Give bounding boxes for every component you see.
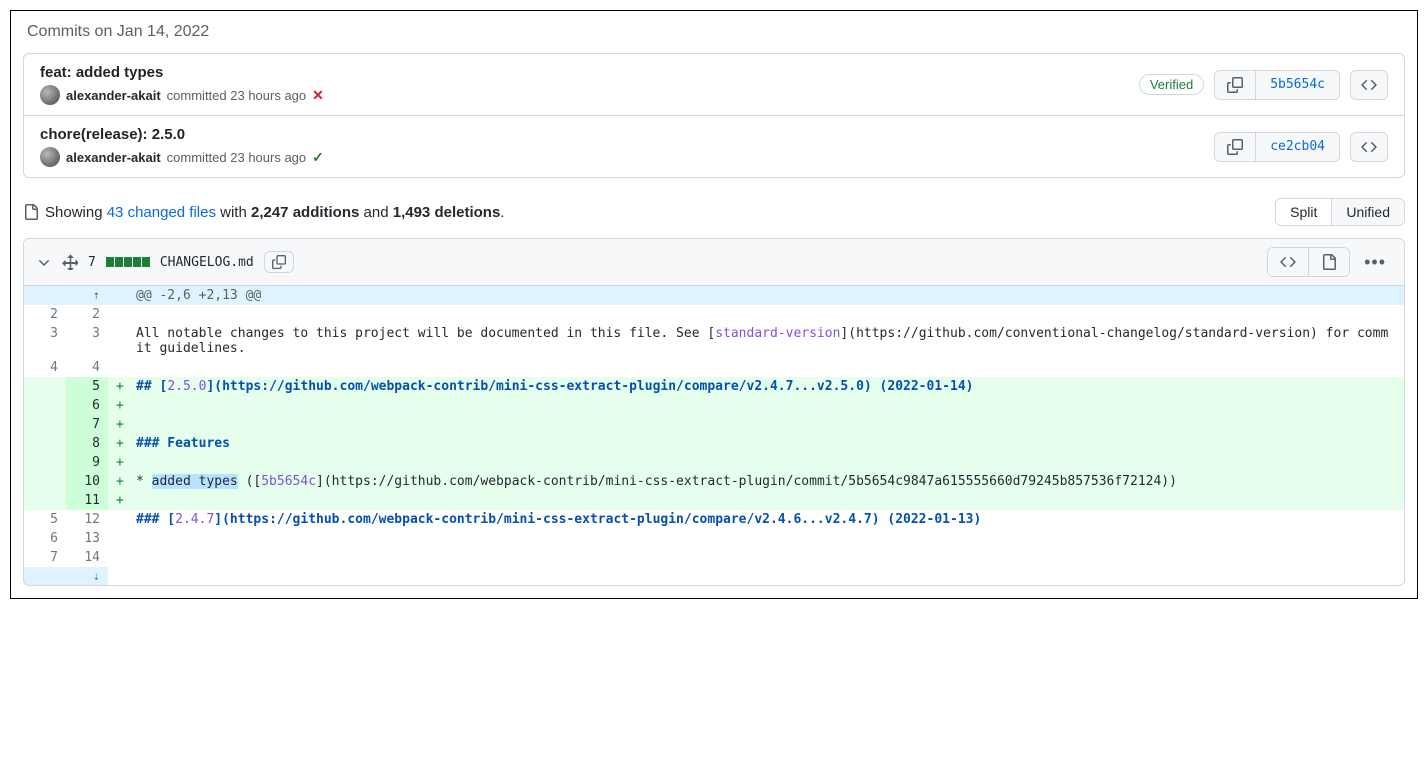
diffstat-squares	[106, 257, 150, 267]
unified-view-button[interactable]: Unified	[1332, 199, 1404, 225]
copy-path-button[interactable]	[264, 251, 294, 273]
diff-file-header: 7 CHANGELOG.md •••	[24, 239, 1404, 286]
diff-view-toggle: Split Unified	[1275, 198, 1405, 226]
diff-line-added: 8+### Features	[24, 434, 1404, 453]
diff-line-added: 10+* added types ([5b5654c](https://gith…	[24, 472, 1404, 491]
page-container: Commits on Jan 14, 2022 feat: added type…	[10, 10, 1418, 599]
commit-meta: alexander-akait committed 23 hours ago ✕	[40, 85, 1139, 105]
commit-sha-link[interactable]: ce2cb04	[1256, 133, 1339, 161]
copy-sha-button[interactable]	[1215, 71, 1256, 99]
diff-line: 44	[24, 358, 1404, 377]
sha-group: ce2cb04	[1214, 132, 1340, 162]
commit-title[interactable]: feat: added types	[40, 64, 1139, 81]
expand-up-icon[interactable]: ⇡	[24, 286, 108, 305]
file-view-toggle	[1267, 247, 1350, 277]
commit-author[interactable]: alexander-akait	[66, 88, 161, 103]
expand-down-row[interactable]: ⇣	[24, 567, 1404, 585]
hunk-text: @@ -2,6 +2,13 @@	[128, 286, 1404, 305]
status-success-icon[interactable]: ✓	[312, 149, 324, 166]
collapse-chevron-icon[interactable]	[36, 254, 52, 270]
diff-line: 22	[24, 305, 1404, 324]
sha-group: 5b5654c	[1214, 70, 1340, 100]
diff-summary-row: Showing 43 changed files with 2,247 addi…	[23, 198, 1405, 226]
diffstat-count: 7	[88, 255, 96, 270]
commit-author[interactable]: alexander-akait	[66, 150, 161, 165]
diff-line-added: 11+	[24, 491, 1404, 510]
diff-line-added: 7+	[24, 415, 1404, 434]
file-diff-icon	[23, 204, 39, 220]
diff-line-added: 6+	[24, 396, 1404, 415]
commits-date-header: Commits on Jan 14, 2022	[23, 23, 1405, 41]
hunk-header-row: ⇡ @@ -2,6 +2,13 @@	[24, 286, 1404, 305]
status-fail-icon[interactable]: ✕	[312, 87, 324, 104]
diff-line: 613	[24, 529, 1404, 548]
browse-code-button[interactable]	[1350, 132, 1388, 162]
diff-line-added: 9+	[24, 453, 1404, 472]
expand-all-icon[interactable]	[62, 254, 78, 270]
commit-title[interactable]: chore(release): 2.5.0	[40, 126, 1214, 143]
avatar[interactable]	[40, 85, 60, 105]
commit-row: chore(release): 2.5.0 alexander-akait co…	[24, 116, 1404, 177]
diff-line: 512### [2.4.7](https://github.com/webpac…	[24, 510, 1404, 529]
commit-time: committed 23 hours ago	[167, 88, 306, 103]
changed-files-link[interactable]: 43 changed files	[107, 204, 216, 221]
commits-list: feat: added types alexander-akait commit…	[23, 53, 1405, 178]
file-menu-button[interactable]: •••	[1358, 252, 1392, 273]
split-view-button[interactable]: Split	[1276, 199, 1332, 225]
diff-line: 714	[24, 548, 1404, 567]
commit-time: committed 23 hours ago	[167, 150, 306, 165]
diff-line: 33All notable changes to this project wi…	[24, 324, 1404, 358]
source-view-button[interactable]	[1268, 248, 1309, 276]
commit-sha-link[interactable]: 5b5654c	[1256, 71, 1339, 99]
copy-sha-button[interactable]	[1215, 133, 1256, 161]
commit-row: feat: added types alexander-akait commit…	[24, 54, 1404, 116]
diff-table: ⇡ @@ -2,6 +2,13 @@ 22 33All notable chan…	[24, 286, 1404, 585]
commit-meta: alexander-akait committed 23 hours ago ✓	[40, 147, 1214, 167]
browse-code-button[interactable]	[1350, 70, 1388, 100]
summary-text: Showing 43 changed files with 2,247 addi…	[45, 204, 504, 221]
diff-line-added: 5+## [2.5.0](https://github.com/webpack-…	[24, 377, 1404, 396]
rendered-view-button[interactable]	[1309, 248, 1349, 276]
filename[interactable]: CHANGELOG.md	[160, 255, 254, 270]
diff-file: 7 CHANGELOG.md •••	[23, 238, 1405, 586]
avatar[interactable]	[40, 147, 60, 167]
verified-badge[interactable]: Verified	[1139, 74, 1204, 95]
